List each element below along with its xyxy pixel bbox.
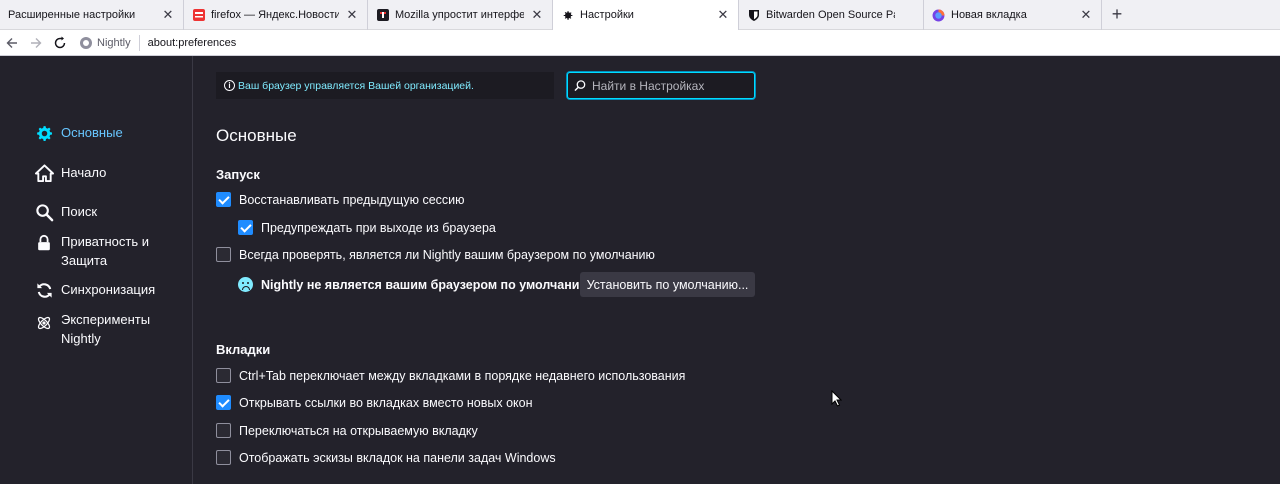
option-label: Восстанавливать предыдущую сессию bbox=[239, 192, 465, 207]
close-icon[interactable]: ✕ bbox=[530, 7, 544, 23]
tab-advanced-settings[interactable]: Расширенные настройки ✕ bbox=[0, 0, 184, 30]
sidebar-item-label: Синхронизация bbox=[61, 282, 156, 297]
sidebar-item-experiments[interactable]: Эксперименты Nightly bbox=[34, 310, 164, 348]
close-icon[interactable]: ✕ bbox=[1079, 7, 1093, 23]
open-links-in-tabs-checkbox[interactable] bbox=[216, 395, 231, 410]
gear-icon bbox=[34, 123, 54, 143]
tab-settings[interactable]: Настройки ✕ bbox=[553, 0, 739, 30]
search-input[interactable] bbox=[592, 78, 752, 93]
ctrl-tab-checkbox[interactable] bbox=[216, 368, 231, 383]
sidebar-item-label: Основные bbox=[61, 125, 123, 140]
sidebar-item-search[interactable]: Поиск bbox=[34, 202, 97, 222]
option-label: Ctrl+Tab переключает между вкладками в п… bbox=[239, 368, 686, 383]
close-icon[interactable]: ✕ bbox=[716, 7, 730, 23]
switch-to-new-tab-checkbox[interactable] bbox=[216, 423, 231, 438]
search-icon bbox=[34, 202, 54, 222]
search-icon bbox=[574, 80, 586, 91]
tab-title: Mozilla упростит интерфейс н bbox=[395, 9, 524, 21]
policy-notice: i Ваш браузер управляется Вашей организа… bbox=[216, 72, 554, 99]
navigation-bar: Nightly about:preferences bbox=[0, 30, 1280, 56]
ctrl-tab-option[interactable]: Ctrl+Tab переключает между вкладками в п… bbox=[216, 368, 685, 383]
category-sidebar: Основные Начало Поиск Приватность и Защи… bbox=[0, 56, 193, 484]
tab-new-tab[interactable]: Новая вкладка ✕ bbox=[924, 0, 1102, 30]
sidebar-item-home[interactable]: Начало bbox=[34, 163, 106, 183]
restore-session-checkbox[interactable] bbox=[216, 192, 231, 207]
section-heading-tabs: Вкладки bbox=[216, 342, 271, 357]
taskbar-previews-option[interactable]: Отображать эскизы вкладок на панели зада… bbox=[216, 450, 556, 465]
warn-on-quit-checkbox[interactable] bbox=[238, 220, 253, 235]
mouse-cursor-icon bbox=[831, 390, 842, 407]
sidebar-item-label: Начало bbox=[61, 165, 107, 180]
option-label: Открывать ссылки во вкладках вместо новы… bbox=[239, 395, 533, 410]
default-browser-status: Nightly не является вашим браузером по у… bbox=[238, 272, 590, 297]
url-text[interactable]: about:preferences bbox=[148, 37, 237, 49]
tab-yandex-news[interactable]: firefox — Яндекс.Новости: на ✕ bbox=[184, 0, 368, 30]
sidebar-item-label: Приватность и Защита bbox=[61, 234, 150, 268]
shield-icon bbox=[747, 9, 760, 22]
forward-arrow-icon[interactable] bbox=[24, 31, 48, 55]
yandex-icon bbox=[192, 9, 205, 22]
warn-on-quit-option[interactable]: Предупреждать при выходе из браузера bbox=[238, 220, 496, 235]
open-links-in-tabs-option[interactable]: Открывать ссылки во вкладках вместо новы… bbox=[216, 395, 533, 410]
identity-label: Nightly bbox=[97, 36, 131, 49]
switch-to-new-tab-option[interactable]: Переключаться на открываемую вкладку bbox=[216, 423, 478, 438]
page-title: Основные bbox=[216, 126, 297, 145]
check-default-browser-option[interactable]: Всегда проверять, является ли Nightly ва… bbox=[216, 247, 655, 262]
back-arrow-icon[interactable] bbox=[0, 31, 24, 55]
policy-notice-link[interactable]: Ваш браузер управляется Вашей организаци… bbox=[238, 80, 474, 92]
check-default-browser-checkbox[interactable] bbox=[216, 247, 231, 262]
gear-icon bbox=[561, 9, 574, 22]
option-label: Всегда проверять, является ли Nightly ва… bbox=[239, 247, 655, 262]
tab-title: Новая вкладка bbox=[951, 9, 1027, 21]
tab-strip: Расширенные настройки ✕ firefox — Яндекс… bbox=[0, 0, 1280, 30]
sidebar-item-label: Поиск bbox=[61, 204, 98, 219]
tab-bitwarden[interactable]: Bitwarden Open Source Passw bbox=[739, 0, 924, 30]
tab-mozilla-article[interactable]: Mozilla упростит интерфейс н ✕ bbox=[368, 0, 553, 30]
reload-icon[interactable] bbox=[48, 31, 72, 55]
settings-search-box[interactable] bbox=[567, 72, 755, 99]
restore-session-option[interactable]: Восстанавливать предыдущую сессию bbox=[216, 192, 465, 207]
option-label: Отображать эскизы вкладок на панели зада… bbox=[239, 450, 556, 465]
close-icon[interactable]: ✕ bbox=[345, 7, 359, 23]
sad-face-icon bbox=[238, 277, 253, 292]
info-icon: i bbox=[224, 80, 235, 91]
option-label: Предупреждать при выходе из браузера bbox=[261, 220, 496, 235]
new-tab-plus-icon[interactable]: + bbox=[1102, 0, 1132, 29]
site-icon bbox=[376, 9, 389, 22]
option-label: Переключаться на открываемую вкладку bbox=[239, 423, 478, 438]
sidebar-item-privacy[interactable]: Приватность и Защита bbox=[34, 232, 184, 270]
sidebar-item-sync[interactable]: Синхронизация bbox=[34, 280, 155, 300]
set-default-button[interactable]: Установить по умолчанию... bbox=[580, 272, 755, 297]
close-icon[interactable]: ✕ bbox=[161, 7, 175, 23]
nightly-logo-icon bbox=[80, 36, 92, 49]
tab-title: Bitwarden Open Source Passw bbox=[766, 9, 895, 21]
lock-icon bbox=[34, 233, 54, 253]
tab-title: firefox — Яндекс.Новости: на bbox=[211, 9, 339, 21]
sidebar-item-label: Эксперименты Nightly bbox=[61, 312, 151, 346]
default-browser-status-text: Nightly не является вашим браузером по у… bbox=[261, 277, 591, 292]
sync-icon bbox=[34, 280, 54, 300]
home-icon bbox=[34, 163, 54, 183]
identity-box[interactable]: Nightly bbox=[80, 34, 140, 51]
tab-title: Настройки bbox=[580, 9, 634, 21]
tab-title: Расширенные настройки bbox=[8, 9, 136, 21]
firefox-icon bbox=[932, 9, 945, 22]
atom-icon bbox=[34, 313, 54, 333]
section-heading-startup: Запуск bbox=[216, 167, 260, 182]
url-bar[interactable]: Nightly about:preferences bbox=[80, 32, 236, 54]
taskbar-previews-checkbox[interactable] bbox=[216, 450, 231, 465]
sidebar-item-general[interactable]: Основные bbox=[34, 123, 123, 143]
